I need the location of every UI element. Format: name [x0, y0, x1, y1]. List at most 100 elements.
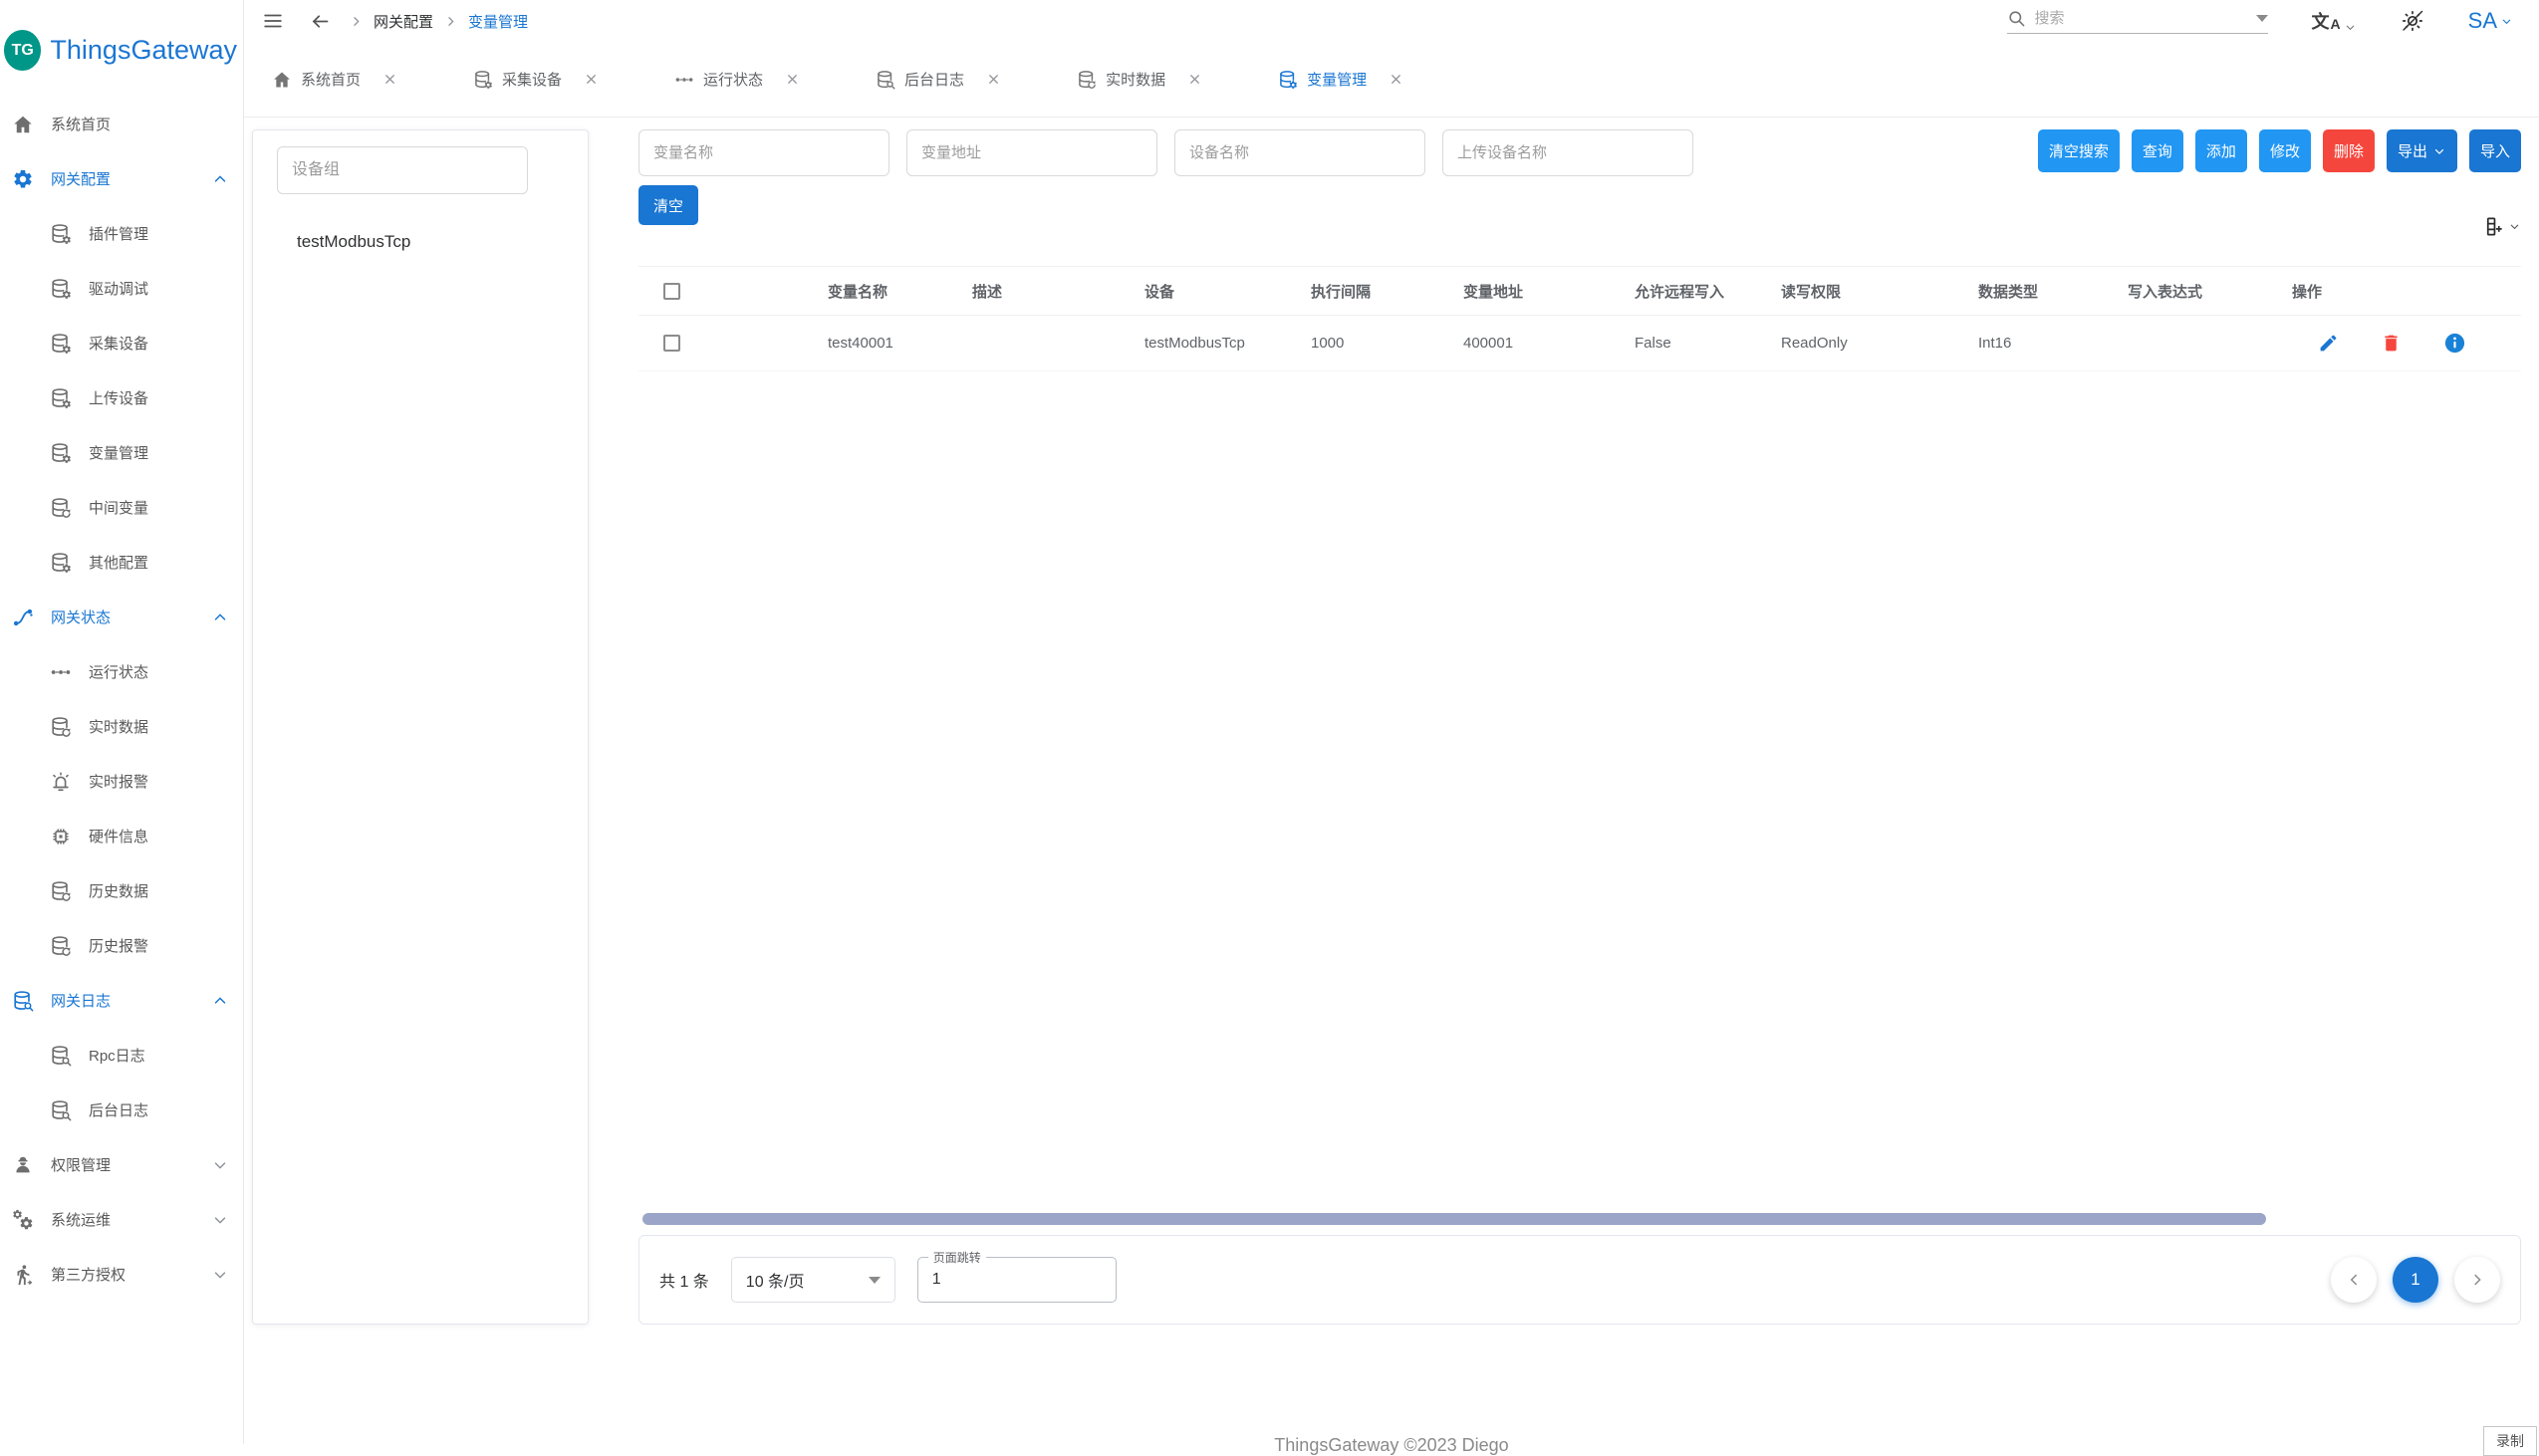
sidebar-item-intermediate-variable[interactable]: 中间变量 [8, 480, 235, 535]
close-icon[interactable] [785, 72, 800, 87]
content: testModbusTcp 清空搜索 查询 添加 修改 删除 [244, 118, 2539, 1444]
pagination-bar: 共 1 条 10 条/页 页面跳转 1 [638, 1235, 2521, 1325]
sidebar-item-history-data[interactable]: 历史数据 [8, 863, 235, 918]
gear-icon [12, 168, 34, 190]
tab-home[interactable]: 系统首页 [272, 69, 397, 90]
upload-device-name-field[interactable] [1442, 129, 1693, 176]
close-icon[interactable] [1187, 72, 1202, 87]
sidebar-menu: 系统首页 网关配置 插件管理 驱动调试 采集设备 上传设备 [0, 97, 243, 1302]
chevron-up-icon [211, 992, 229, 1010]
tab-backend-log[interactable]: 后台日志 [876, 69, 1001, 90]
device-name-field[interactable] [1174, 129, 1425, 176]
export-button[interactable]: 导出 [2387, 129, 2457, 172]
add-button[interactable]: 添加 [2195, 129, 2247, 172]
caret-down-icon[interactable] [2256, 15, 2268, 22]
global-search[interactable] [2007, 9, 2268, 34]
close-icon[interactable] [986, 72, 1001, 87]
pager: 1 [2331, 1257, 2500, 1303]
sidebar-group-gateway-log[interactable]: 网关日志 [8, 973, 235, 1028]
breadcrumb-page[interactable]: 变量管理 [468, 11, 528, 32]
sidebar-item-run-status[interactable]: 运行状态 [8, 644, 235, 699]
sidebar-item-upload-device[interactable]: 上传设备 [8, 370, 235, 425]
sidebar-item-plugin-manage[interactable]: 插件管理 [8, 206, 235, 261]
row-checkbox[interactable] [663, 335, 680, 352]
tree-node-testmodbustcp[interactable]: testModbusTcp [267, 232, 574, 252]
edit-button[interactable]: 修改 [2259, 129, 2311, 172]
sidebar-item-collect-device[interactable]: 采集设备 [8, 316, 235, 370]
page-jump-label: 页面跳转 [928, 1249, 986, 1266]
menu-collapse-icon[interactable] [262, 10, 284, 32]
tab-collect-device[interactable]: 采集设备 [473, 69, 599, 90]
delete-trash-icon[interactable] [2381, 333, 2402, 354]
record-badge[interactable]: 录制 [2483, 1426, 2537, 1456]
sidebar-item-driver-debug[interactable]: 驱动调试 [8, 261, 235, 316]
variable-name-field[interactable] [638, 129, 889, 176]
info-icon[interactable] [2443, 332, 2466, 355]
edit-pencil-icon[interactable] [2318, 333, 2339, 354]
sidebar-group-gateway-config[interactable]: 网关配置 [8, 151, 235, 206]
page-size-select[interactable]: 10 条/页 [731, 1257, 895, 1303]
page-jump-input[interactable] [922, 1271, 1112, 1289]
back-arrow-icon[interactable] [310, 11, 331, 32]
next-page-button[interactable] [2454, 1257, 2500, 1303]
device-group-input[interactable] [277, 146, 528, 194]
search-input[interactable] [2035, 10, 2214, 27]
device-group-panel: testModbusTcp [252, 129, 589, 1325]
column-header: 执行间隔 [1299, 281, 1451, 302]
tab-realtime-data[interactable]: 实时数据 [1077, 69, 1202, 90]
database-gear-icon [50, 387, 72, 409]
database-gear-icon [50, 442, 72, 464]
import-button[interactable]: 导入 [2469, 129, 2521, 172]
column-header: 允许远程写入 [1623, 281, 1769, 302]
columns-icon [2482, 215, 2505, 238]
clear-button[interactable]: 清空 [638, 185, 698, 225]
sidebar-group-third-party-auth[interactable]: 第三方授权 [8, 1247, 235, 1302]
theme-toggle-icon[interactable] [2401, 9, 2424, 33]
flow-icon [12, 607, 34, 628]
home-icon [272, 70, 292, 90]
horizontal-scrollbar[interactable] [642, 1213, 2266, 1225]
table-row[interactable]: test40001 testModbusTcp 1000 400001 Fals… [638, 316, 2521, 371]
chevron-down-icon [2344, 21, 2357, 34]
delete-button[interactable]: 删除 [2323, 129, 2375, 172]
sidebar-item-history-alarm[interactable]: 历史报警 [8, 918, 235, 973]
chain-icon [674, 70, 694, 90]
sidebar-group-system-ops[interactable]: 系统运维 [8, 1192, 235, 1247]
column-settings-button[interactable] [2482, 215, 2521, 238]
current-page-button[interactable]: 1 [2393, 1257, 2438, 1303]
sidebar-item-backend-log[interactable]: 后台日志 [8, 1083, 235, 1137]
clear-search-button[interactable]: 清空搜索 [2038, 129, 2120, 172]
sidebar-item-rpc-log[interactable]: Rpc日志 [8, 1028, 235, 1083]
tab-variable-manage[interactable]: 变量管理 [1278, 69, 1403, 90]
tabbar: 系统首页 采集设备 运行状态 后台日志 实时数据 [244, 42, 2539, 118]
sidebar-item-realtime-alarm[interactable]: 实时报警 [8, 754, 235, 809]
close-icon[interactable] [1389, 72, 1403, 87]
cell-address: 400001 [1451, 335, 1623, 352]
sidebar-item-hardware-info[interactable]: 硬件信息 [8, 809, 235, 863]
sidebar-group-gateway-status[interactable]: 网关状态 [8, 590, 235, 644]
query-button[interactable]: 查询 [2132, 129, 2183, 172]
breadcrumb: 网关配置 变量管理 [349, 11, 528, 32]
language-switch-button[interactable] [2312, 8, 2357, 34]
select-all-checkbox[interactable] [663, 283, 680, 300]
tab-run-status[interactable]: 运行状态 [674, 69, 800, 90]
chevron-up-icon [211, 170, 229, 188]
user-menu[interactable]: SA [2468, 8, 2513, 34]
sidebar-item-home[interactable]: 系统首页 [8, 97, 235, 151]
close-icon[interactable] [584, 72, 599, 87]
sidebar-group-permission-manage[interactable]: 权限管理 [8, 1137, 235, 1192]
close-icon[interactable] [382, 72, 397, 87]
second-row: 清空 [638, 185, 2521, 238]
variable-address-field[interactable] [906, 129, 1157, 176]
sidebar-item-variable-manage[interactable]: 变量管理 [8, 425, 235, 480]
translate-icon [2330, 16, 2341, 34]
chain-icon [50, 661, 72, 683]
database-refresh-icon [50, 880, 72, 902]
sidebar-item-other-config[interactable]: 其他配置 [8, 535, 235, 590]
breadcrumb-section[interactable]: 网关配置 [374, 11, 433, 32]
column-header: 描述 [960, 281, 1133, 302]
prev-page-button[interactable] [2331, 1257, 2377, 1303]
chevron-down-icon [211, 1156, 229, 1174]
sidebar-item-realtime-data[interactable]: 实时数据 [8, 699, 235, 754]
chevron-right-icon [443, 14, 458, 29]
